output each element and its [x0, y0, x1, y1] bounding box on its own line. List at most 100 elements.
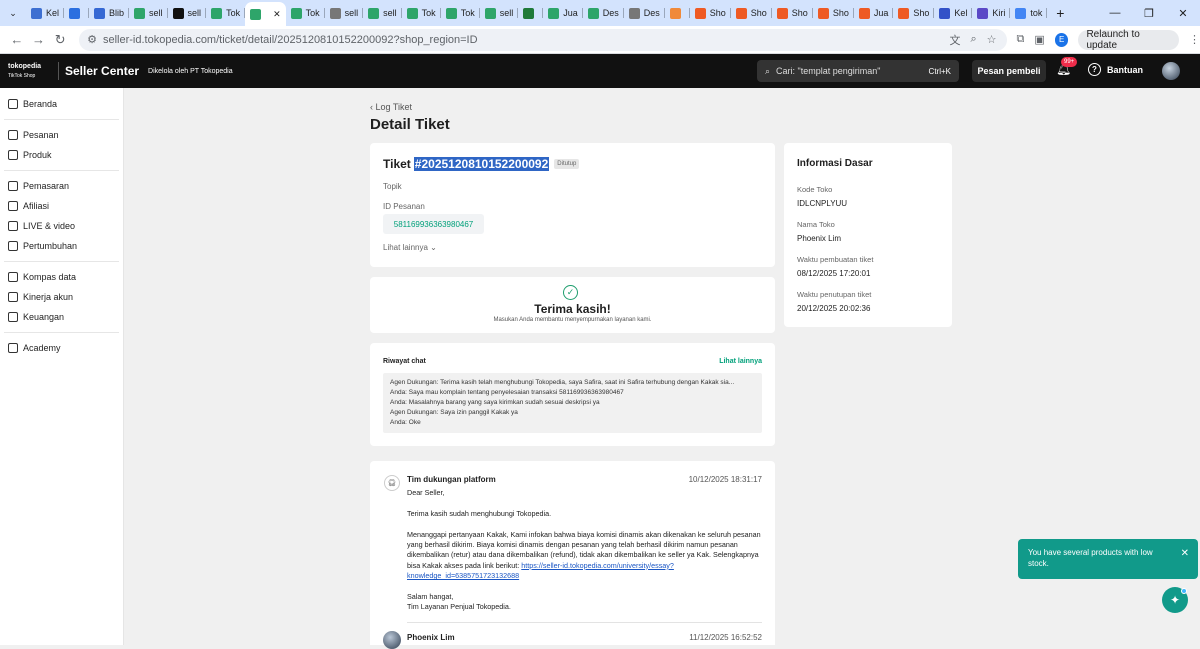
basic-info-card: Informasi Dasar Kode Toko IDLCNPLYUU Nam… — [784, 143, 952, 327]
browser-tab[interactable]: Tok — [402, 2, 441, 24]
browser-tab[interactable]: Sho — [731, 2, 772, 24]
address-bar[interactable]: ⚙ seller-id.tokopedia.com/ticket/detail/… — [79, 28, 1007, 51]
basic-info-title: Informasi Dasar — [797, 158, 873, 169]
tokopedia-logo[interactable]: tokopedia TikTok Shop — [0, 63, 52, 79]
tab-favicon-icon — [329, 7, 341, 19]
sidebar-item-label: Academy — [23, 343, 61, 353]
tab-favicon-icon — [939, 7, 951, 19]
url-text[interactable]: seller-id.tokopedia.com/ticket/detail/20… — [103, 34, 478, 46]
tab-favicon-icon — [735, 7, 747, 19]
seller-center-header: tokopedia TikTok Shop Seller Center Dike… — [0, 54, 1200, 88]
thanks-title: Terima kasih! — [534, 302, 611, 316]
extensions-icon[interactable]: ⧉ — [1017, 33, 1025, 46]
browser-tab[interactable]: Sho — [813, 2, 854, 24]
sidebar-item[interactable]: LIVE & video — [0, 216, 123, 236]
help-button[interactable]: ? Bantuan — [1088, 63, 1143, 76]
headset-icon: 🎧︎ — [384, 475, 400, 491]
tab-label: Sho — [913, 8, 930, 18]
order-id-chip[interactable]: 581169936363980467 — [383, 214, 484, 234]
close-tab-icon[interactable]: ✕ — [273, 9, 281, 20]
tab-favicon-icon — [406, 7, 418, 19]
buyer-messages-button[interactable]: Pesan pembeli — [972, 60, 1046, 82]
maximize-icon[interactable]: ❐ — [1132, 7, 1166, 20]
bookmark-star-icon[interactable]: ☆ — [987, 33, 997, 46]
new-tab-button[interactable]: + — [1051, 4, 1069, 22]
assistant-notification-dot — [1181, 588, 1187, 594]
sidebar-item[interactable]: Pertumbuhan — [0, 236, 123, 256]
browser-tab[interactable]: sell — [129, 2, 168, 24]
browser-tab[interactable]: Tok — [441, 2, 480, 24]
tab-search-chevron-icon[interactable]: ⌄ — [4, 4, 22, 22]
browser-tab[interactable]: ✕ — [245, 2, 286, 26]
translate-extension-icon[interactable]: ▣ — [1034, 33, 1044, 46]
browser-tab[interactable]: sell — [480, 2, 519, 24]
tab-favicon-icon — [211, 7, 223, 19]
tab-favicon-icon — [134, 7, 146, 19]
tab-label: Des — [602, 8, 619, 18]
close-icon[interactable]: ✕ — [1181, 548, 1189, 559]
shop-code-value: IDLCNPLYUU — [797, 199, 848, 208]
sidebar-item[interactable]: Kinerja akun — [0, 287, 123, 307]
relaunch-button[interactable]: Relaunch to update — [1078, 29, 1179, 51]
browser-tab[interactable] — [665, 2, 690, 24]
reload-icon[interactable]: ↻ — [49, 32, 71, 48]
browser-tab[interactable]: sell — [168, 2, 207, 24]
minimize-icon[interactable]: — — [1098, 7, 1132, 19]
close-window-icon[interactable]: ✕ — [1166, 7, 1200, 20]
sidebar-item[interactable]: Keuangan — [0, 307, 123, 327]
chat-see-more-link[interactable]: Lihat lainnya — [719, 358, 762, 365]
tab-label: Blib — [109, 8, 125, 18]
sidebar-item[interactable]: Academy — [0, 338, 123, 358]
forward-icon[interactable]: → — [28, 32, 50, 47]
browser-tab[interactable]: Des — [624, 2, 665, 24]
sidebar-item[interactable]: Beranda — [0, 94, 123, 114]
browser-tab[interactable]: Des — [583, 2, 624, 24]
sidebar-item[interactable]: Produk — [0, 145, 123, 165]
sidebar-item[interactable]: Pesanan — [0, 125, 123, 145]
order-id-label: ID Pesanan — [383, 202, 425, 211]
message-time: 11/12/2025 16:52:52 — [689, 633, 762, 642]
chat-history-title: Riwayat chat — [383, 358, 426, 365]
sidebar-item[interactable]: Pemasaran — [0, 176, 123, 196]
shop-name-label: Nama Toko — [797, 220, 835, 229]
sidebar-item-icon — [8, 292, 18, 302]
breadcrumb[interactable]: ‹ Log Tiket — [370, 102, 412, 112]
browser-tab[interactable]: Tok — [206, 2, 246, 24]
browser-tab[interactable]: Sho — [690, 2, 731, 24]
user-avatar[interactable] — [1162, 62, 1180, 80]
browser-menu-icon[interactable]: ⋮ — [1189, 33, 1200, 46]
sidebar-item-label: Kinerja akun — [23, 292, 74, 302]
browser-tab[interactable]: tok — [1010, 2, 1048, 24]
browser-tab[interactable]: Jua — [543, 2, 583, 24]
browser-tab[interactable] — [518, 2, 544, 24]
tab-favicon-icon — [484, 7, 496, 19]
browser-tab[interactable]: Kel — [934, 2, 973, 24]
tab-favicon-icon — [368, 7, 380, 19]
chat-line: Anda: Masalahnya barang yang saya kirimk… — [390, 399, 600, 406]
translate-icon[interactable]: 文 — [949, 32, 960, 48]
profile-avatar[interactable]: E — [1054, 32, 1069, 47]
browser-tab[interactable]: Sho — [893, 2, 935, 24]
browser-tab[interactable]: Blib — [89, 2, 130, 24]
back-icon[interactable]: ← — [6, 32, 28, 47]
browser-tab[interactable]: Tok — [286, 2, 325, 24]
header-search-input[interactable]: ⌕ Cari: "templat pengiriman" Ctrl+K — [757, 60, 959, 82]
browser-tab[interactable]: Sho — [772, 2, 813, 24]
browser-tab[interactable]: sell — [363, 2, 402, 24]
site-info-icon[interactable]: ⚙ — [87, 33, 97, 46]
sidebar-item-icon — [8, 201, 18, 211]
help-icon: ? — [1088, 63, 1101, 76]
sidebar-item[interactable]: Afiliasi — [0, 196, 123, 216]
chat-history-card: Riwayat chat Lihat lainnya Agen Dukungan… — [370, 343, 775, 446]
see-more-link[interactable]: Lihat lainnya ⌄ — [383, 243, 437, 252]
browser-tab[interactable]: Jua — [854, 2, 894, 24]
tab-favicon-icon — [523, 7, 535, 19]
browser-tab[interactable] — [64, 2, 90, 24]
zoom-icon[interactable]: ⌕ — [970, 33, 976, 46]
browser-tab[interactable]: Kel — [26, 2, 65, 24]
tab-label: sell — [499, 8, 514, 18]
sidebar-item-label: Beranda — [23, 99, 58, 109]
sidebar-item[interactable]: Kompas data — [0, 267, 123, 287]
browser-tab[interactable]: sell — [325, 2, 364, 24]
browser-tab[interactable]: Kiri — [972, 2, 1011, 24]
